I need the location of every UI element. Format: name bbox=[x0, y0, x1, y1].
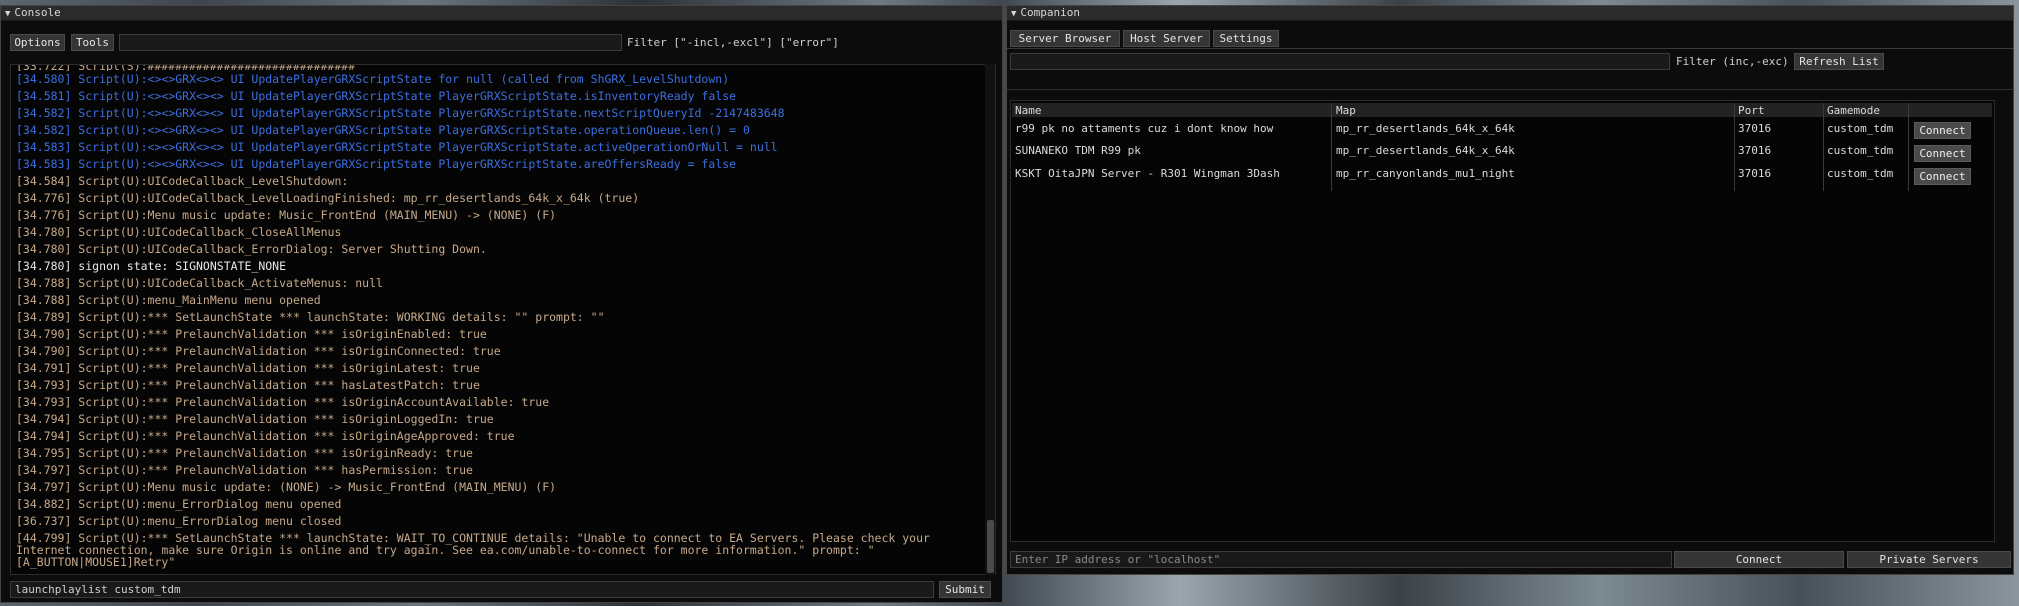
log-line: [34.788] Script(U):menu_MainMenu menu op… bbox=[16, 293, 321, 307]
log-line: [34.797] Script(U):Menu music update: (N… bbox=[16, 480, 557, 494]
console-log[interactable]: [33.722] Script(S):#####################… bbox=[10, 64, 996, 575]
console-filter-label: Filter ["-incl,-excl"] ["error"] bbox=[627, 36, 839, 49]
row-connect-button[interactable]: Connect bbox=[1914, 122, 1971, 139]
tab-host-server[interactable]: Host Server bbox=[1123, 30, 1210, 47]
log-line: [34.780] signon state: SIGNONSTATE_NONE bbox=[16, 259, 287, 273]
log-line: [34.790] Script(U):*** PrelaunchValidati… bbox=[16, 344, 501, 358]
log-line: [34.882] Script(U):menu_ErrorDialog menu… bbox=[16, 497, 342, 511]
column-header-name[interactable]: Name bbox=[1015, 104, 1042, 117]
console-window: ▼ Console Options Tools Filter ["-incl,-e… bbox=[0, 5, 1003, 603]
console-scrollbar[interactable] bbox=[985, 64, 995, 575]
server-map: mp_rr_desertlands_64k_x_64k bbox=[1336, 144, 1515, 157]
log-line: [34.583] Script(U):<><>GRX<><> UI Update… bbox=[16, 140, 778, 154]
connect-button[interactable]: Connect bbox=[1674, 551, 1844, 568]
log-line: [34.788] Script(U):UICodeCallback_Activa… bbox=[16, 276, 383, 290]
server-port: 37016 bbox=[1738, 122, 1772, 135]
server-port: 37016 bbox=[1738, 144, 1772, 157]
server-filter-input[interactable] bbox=[1010, 53, 1670, 70]
server-table: Name Map Port Gamemode r99 pk no attamen… bbox=[1010, 100, 1995, 542]
server-map: mp_rr_canyonlands_mu1_night bbox=[1336, 167, 1515, 180]
column-separator bbox=[1734, 103, 1735, 191]
private-servers-button[interactable]: Private Servers bbox=[1847, 551, 2011, 568]
tools-button[interactable]: Tools bbox=[71, 34, 114, 51]
server-name: KSKT OitaJPN Server - R301 Wingman 3Dash bbox=[1015, 167, 1280, 180]
log-line: [34.776] Script(U):UICodeCallback_LevelL… bbox=[16, 191, 640, 205]
submit-button[interactable]: Submit bbox=[939, 581, 991, 598]
server-gamemode: custom_tdm bbox=[1827, 122, 1894, 135]
row-connect-button[interactable]: Connect bbox=[1914, 145, 1971, 162]
column-separator bbox=[1908, 103, 1909, 191]
companion-title: Companion bbox=[1020, 6, 1081, 19]
log-line: [34.776] Script(U):Menu music update: Mu… bbox=[16, 208, 557, 222]
server-name: r99 pk no attaments cuz i dont know how bbox=[1015, 122, 1274, 135]
log-line: [34.581] Script(U):<><>GRX<><> UI Update… bbox=[16, 89, 737, 103]
log-line: [34.790] Script(U):*** PrelaunchValidati… bbox=[16, 327, 487, 341]
log-line: [34.584] Script(U):UICodeCallback_LevelS… bbox=[16, 174, 349, 188]
server-name: SUNANEKO TDM R99 pk bbox=[1015, 144, 1141, 157]
log-line: [34.582] Script(U):<><>GRX<><> UI Update… bbox=[16, 106, 785, 120]
server-gamemode: custom_tdm bbox=[1827, 167, 1894, 180]
row-connect-button[interactable]: Connect bbox=[1914, 168, 1971, 185]
section-separator bbox=[1007, 89, 2013, 90]
console-title: Console bbox=[14, 6, 61, 19]
log-line: [34.780] Script(U):UICodeCallback_ErrorD… bbox=[16, 242, 487, 256]
server-gamemode: custom_tdm bbox=[1827, 144, 1894, 157]
log-line: [34.794] Script(U):*** PrelaunchValidati… bbox=[16, 412, 494, 426]
log-line: [34.797] Script(U):*** PrelaunchValidati… bbox=[16, 463, 473, 477]
server-map: mp_rr_desertlands_64k_x_64k bbox=[1336, 122, 1515, 135]
console-filter-input[interactable] bbox=[119, 34, 622, 51]
scrollbar-thumb[interactable] bbox=[987, 520, 994, 573]
log-line: [34.791] Script(U):*** PrelaunchValidati… bbox=[16, 361, 480, 375]
command-input[interactable]: launchplaylist custom_tdm bbox=[10, 581, 934, 598]
companion-titlebar[interactable]: ▼ Companion bbox=[1007, 6, 2013, 21]
column-header-map[interactable]: Map bbox=[1336, 104, 1356, 117]
tab-server-browser[interactable]: Server Browser bbox=[1010, 30, 1120, 47]
tab-settings[interactable]: Settings bbox=[1213, 30, 1279, 47]
log-line: [34.780] Script(U):UICodeCallback_CloseA… bbox=[16, 225, 342, 239]
refresh-list-button[interactable]: Refresh List bbox=[1794, 53, 1884, 70]
column-header-port[interactable]: Port bbox=[1738, 104, 1765, 117]
log-line: [34.580] Script(U):<><>GRX<><> UI Update… bbox=[16, 72, 730, 86]
log-line: [44.799] Script(U):*** SetLaunchState **… bbox=[16, 531, 930, 569]
server-port: 37016 bbox=[1738, 167, 1772, 180]
log-line: [34.795] Script(U):*** PrelaunchValidati… bbox=[16, 446, 473, 460]
log-line: [34.789] Script(U):*** SetLaunchState **… bbox=[16, 310, 605, 324]
column-separator bbox=[1823, 103, 1824, 191]
ip-address-input[interactable]: Enter IP address or "localhost" bbox=[1010, 551, 1672, 568]
log-line: [34.793] Script(U):*** PrelaunchValidati… bbox=[16, 395, 550, 409]
log-line: [34.793] Script(U):*** PrelaunchValidati… bbox=[16, 378, 480, 392]
console-titlebar[interactable]: ▼ Console bbox=[1, 6, 1002, 21]
column-header-gamemode[interactable]: Gamemode bbox=[1827, 104, 1880, 117]
collapse-triangle-icon[interactable]: ▼ bbox=[5, 9, 10, 19]
log-line: [34.583] Script(U):<><>GRX<><> UI Update… bbox=[16, 157, 737, 171]
log-line: [36.737] Script(U):menu_ErrorDialog menu… bbox=[16, 514, 342, 528]
tab-separator bbox=[1007, 48, 2013, 49]
column-separator bbox=[1331, 103, 1332, 191]
log-line: [34.582] Script(U):<><>GRX<><> UI Update… bbox=[16, 123, 750, 137]
server-filter-label: Filter (inc,-exc) bbox=[1676, 55, 1789, 68]
log-line: [34.794] Script(U):*** PrelaunchValidati… bbox=[16, 429, 515, 443]
options-button[interactable]: Options bbox=[10, 34, 65, 51]
collapse-triangle-icon[interactable]: ▼ bbox=[1011, 9, 1016, 19]
